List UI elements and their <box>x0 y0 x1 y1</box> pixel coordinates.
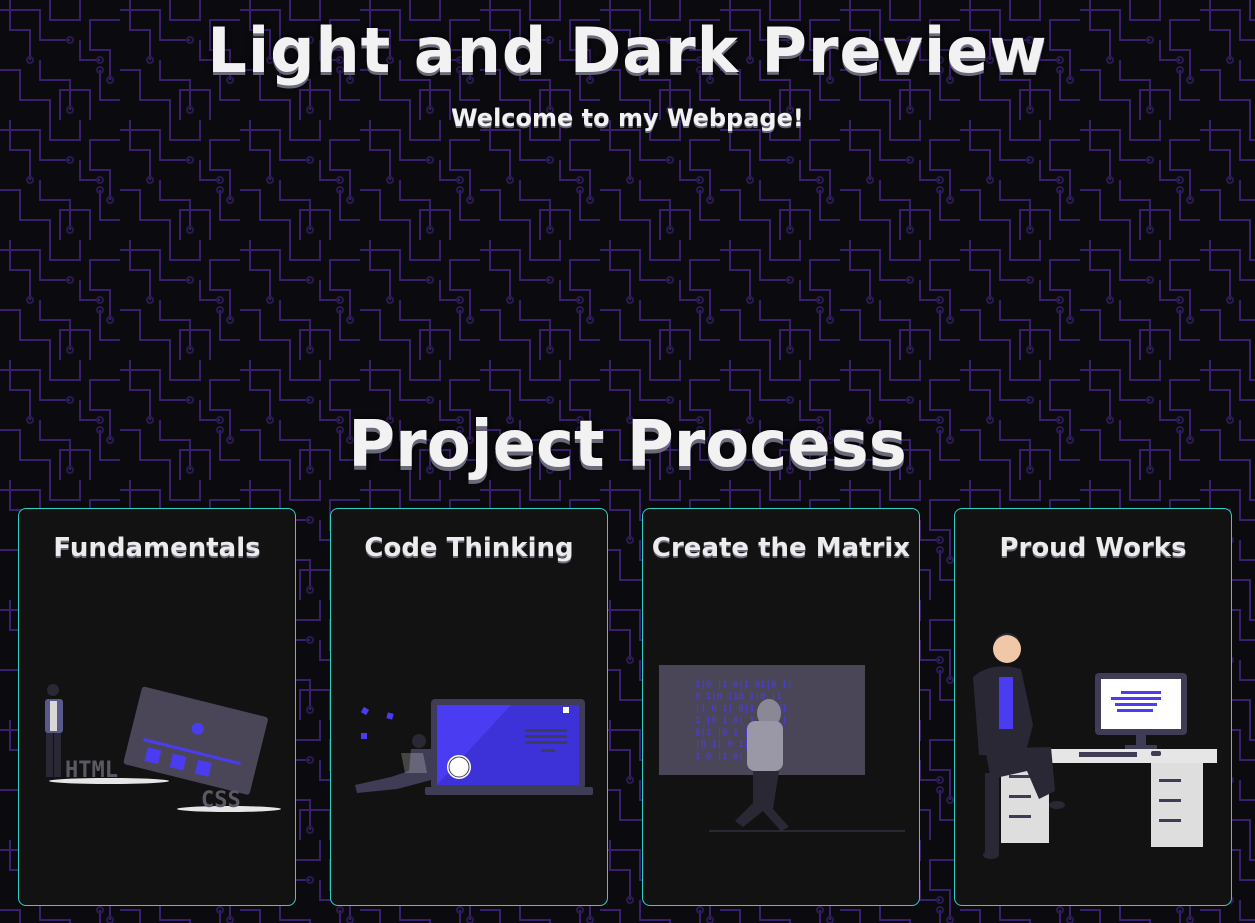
page-subtitle: Welcome to my Webpage! <box>451 104 804 132</box>
laptop-thinking-illustration <box>355 699 593 795</box>
page: Light and Dark Preview Welcome to my Web… <box>0 0 1255 923</box>
project-card-create-the-matrix[interactable]: Create the Matrix 1|0 |1 0|1 01|0 1| 0 1… <box>642 508 920 906</box>
page-title: Light and Dark Preview <box>207 14 1048 87</box>
svg-text:1|0 |1 0|1 01|0 1|: 1|0 |1 0|1 01|0 1| <box>695 680 793 690</box>
desk-workstation-illustration <box>973 633 1217 859</box>
project-card-proud-works[interactable]: Proud Works <box>954 508 1232 906</box>
html-label: HTML <box>65 758 118 783</box>
matrix-hacker-illustration: 1|0 |1 0|1 01|0 1| 0 1|0 |10 1|0 |1 |1 0… <box>659 665 905 832</box>
html-css-illustration: HTML CSS <box>45 684 281 813</box>
css-label: CSS <box>201 788 241 813</box>
project-card-code-thinking[interactable]: Code Thinking <box>330 508 608 906</box>
project-card-fundamentals[interactable]: Fundamentals HTML CSS <box>18 508 296 906</box>
project-process-heading: Project Process <box>348 408 907 482</box>
